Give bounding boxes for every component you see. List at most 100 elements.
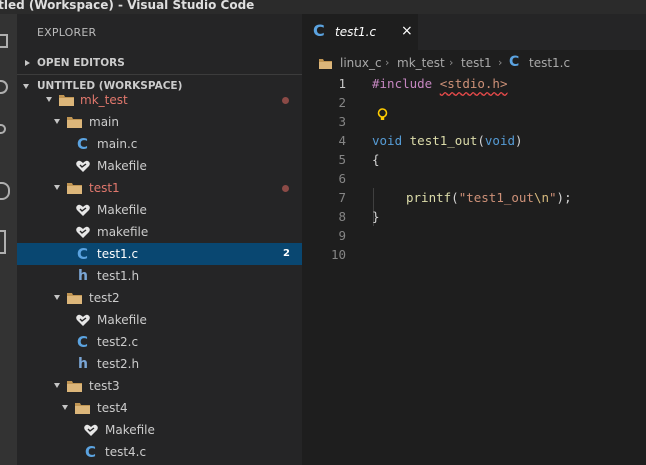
open-editors-section[interactable]: OPEN EDITORS — [17, 52, 302, 74]
tree-folder-mk-test[interactable]: mk_test — [17, 89, 302, 111]
tree-item-label: test4.c — [105, 445, 147, 459]
code-line-7: printf("test1_out\n"); — [406, 190, 572, 205]
tree-item-label: test1 — [89, 181, 120, 195]
c-file-icon: C — [77, 333, 89, 351]
makefile-icon — [76, 204, 90, 216]
tree-file-test2-h[interactable]: h test2.h — [17, 353, 302, 375]
tree-file-makefile[interactable]: Makefile — [17, 155, 302, 177]
code-line-8: } — [372, 209, 380, 224]
folder-icon — [67, 381, 82, 392]
line-number: 10 — [330, 247, 346, 262]
line-number: 5 — [338, 152, 346, 167]
code-line-4: void test1_out(void) — [372, 133, 523, 148]
function-call-printf: printf — [406, 190, 452, 205]
tree-item-label: test3 — [89, 379, 120, 393]
breadcrumb-item-test1[interactable]: test1 — [461, 52, 492, 74]
tree-file-test4-c[interactable]: C test4.c — [17, 441, 302, 463]
tree-item-label: makefile — [97, 225, 149, 239]
chevron-down-icon — [62, 405, 68, 410]
folder-icon — [67, 117, 82, 128]
tree-folder-test3[interactable]: test3 — [17, 375, 302, 397]
tab-test1-c[interactable]: C test1.c × — [302, 14, 418, 50]
tree-file-test1-h[interactable]: h test1.h — [17, 265, 302, 287]
tree-file-makefile[interactable]: Makefile — [17, 419, 302, 441]
lightbulb-icon[interactable] — [377, 108, 388, 122]
line-number: 8 — [338, 209, 346, 224]
tree-item-label: Makefile — [97, 159, 147, 173]
tree-item-label: test2.h — [97, 357, 140, 371]
c-file-icon: C — [77, 245, 89, 263]
folder-icon — [67, 183, 82, 194]
tree-item-label: Makefile — [97, 313, 147, 327]
line-number: 2 — [338, 95, 346, 110]
breadcrumb-item-mk-test[interactable]: mk_test — [397, 52, 445, 74]
tree-item-label: test1.h — [97, 269, 140, 283]
include-header: <stdio.h> — [439, 76, 508, 91]
tree-file-test1-c[interactable]: C test1.c 2 — [17, 243, 302, 265]
c-file-icon: C — [85, 443, 97, 461]
chevron-down-icon — [54, 119, 60, 124]
tree-item-label: test2.c — [97, 335, 139, 349]
tree-file-makefile[interactable]: Makefile — [17, 199, 302, 221]
source-control-icon[interactable] — [0, 124, 6, 134]
preprocessor-directive: #include — [372, 76, 433, 91]
tab-strip: C test1.c × — [302, 14, 646, 50]
folder-icon — [319, 59, 332, 69]
breadcrumb-item-test1-c[interactable]: test1.c — [529, 52, 570, 74]
chevron-right-icon: › — [498, 56, 503, 69]
makefile-icon — [84, 424, 98, 436]
activity-bar — [0, 14, 17, 465]
breadcrumb-item-linux-c[interactable]: linux_c — [340, 52, 382, 74]
c-file-icon: C — [509, 54, 520, 70]
breadcrumb: linux_c › mk_test › test1 › C test1.c — [302, 52, 646, 74]
tree-folder-main[interactable]: main — [17, 111, 302, 133]
close-icon[interactable]: × — [401, 23, 413, 39]
modified-dot-icon — [282, 185, 289, 192]
line-number: 4 — [338, 133, 346, 148]
explorer-title: EXPLORER — [37, 26, 97, 39]
chevron-down-icon — [54, 383, 60, 388]
h-file-icon: h — [78, 356, 88, 372]
makefile-icon — [76, 226, 90, 238]
tree-file-makefile[interactable]: Makefile — [17, 309, 302, 331]
tree-file-test2-c[interactable]: C test2.c — [17, 331, 302, 353]
tree-file-makefile-lower[interactable]: makefile — [17, 221, 302, 243]
folder-icon — [59, 95, 74, 106]
makefile-icon — [76, 160, 90, 172]
tab-label: test1.c — [335, 25, 377, 39]
c-file-icon: C — [77, 135, 89, 153]
extensions-icon[interactable] — [0, 230, 6, 254]
tree-item-label: mk_test — [80, 93, 128, 107]
line-number: 3 — [338, 114, 346, 129]
explorer-sidebar: EXPLORER OPEN EDITORS UNTITLED (WORKSPAC… — [17, 14, 302, 465]
tree-folder-test2[interactable]: test2 — [17, 287, 302, 309]
line-number: 9 — [338, 228, 346, 243]
chevron-right-icon: › — [385, 56, 390, 69]
tree-file-main-c[interactable]: C main.c — [17, 133, 302, 155]
tree-folder-test1[interactable]: test1 — [17, 177, 302, 199]
string-literal-end: " — [549, 190, 557, 205]
keyword-void-param: void — [484, 133, 516, 148]
chevron-down-icon — [54, 185, 60, 190]
tree-item-label: test1.c — [97, 247, 139, 261]
modified-dot-icon — [282, 97, 289, 104]
chevron-down-icon — [46, 97, 52, 102]
folder-icon — [67, 293, 82, 304]
keyword-void: void — [372, 133, 403, 148]
tree-folder-test4[interactable]: test4 — [17, 397, 302, 419]
editor-group: C test1.c × linux_c › mk_test › test1 › … — [302, 14, 646, 465]
function-name: test1_out — [409, 133, 478, 148]
explorer-icon[interactable] — [0, 34, 8, 48]
line-number: 6 — [338, 171, 346, 186]
code-line-5: { — [372, 152, 380, 167]
search-icon[interactable] — [0, 80, 8, 94]
c-file-icon: C — [313, 21, 325, 40]
line-number: 1 — [338, 76, 346, 91]
open-editors-label: OPEN EDITORS — [37, 57, 125, 69]
makefile-icon — [76, 314, 90, 326]
chevron-right-icon — [25, 60, 30, 66]
chevron-right-icon: › — [449, 56, 454, 69]
debug-icon[interactable] — [0, 182, 10, 200]
line-number: 7 — [338, 190, 346, 205]
code-line-1: #include <stdio.h> — [372, 74, 507, 93]
